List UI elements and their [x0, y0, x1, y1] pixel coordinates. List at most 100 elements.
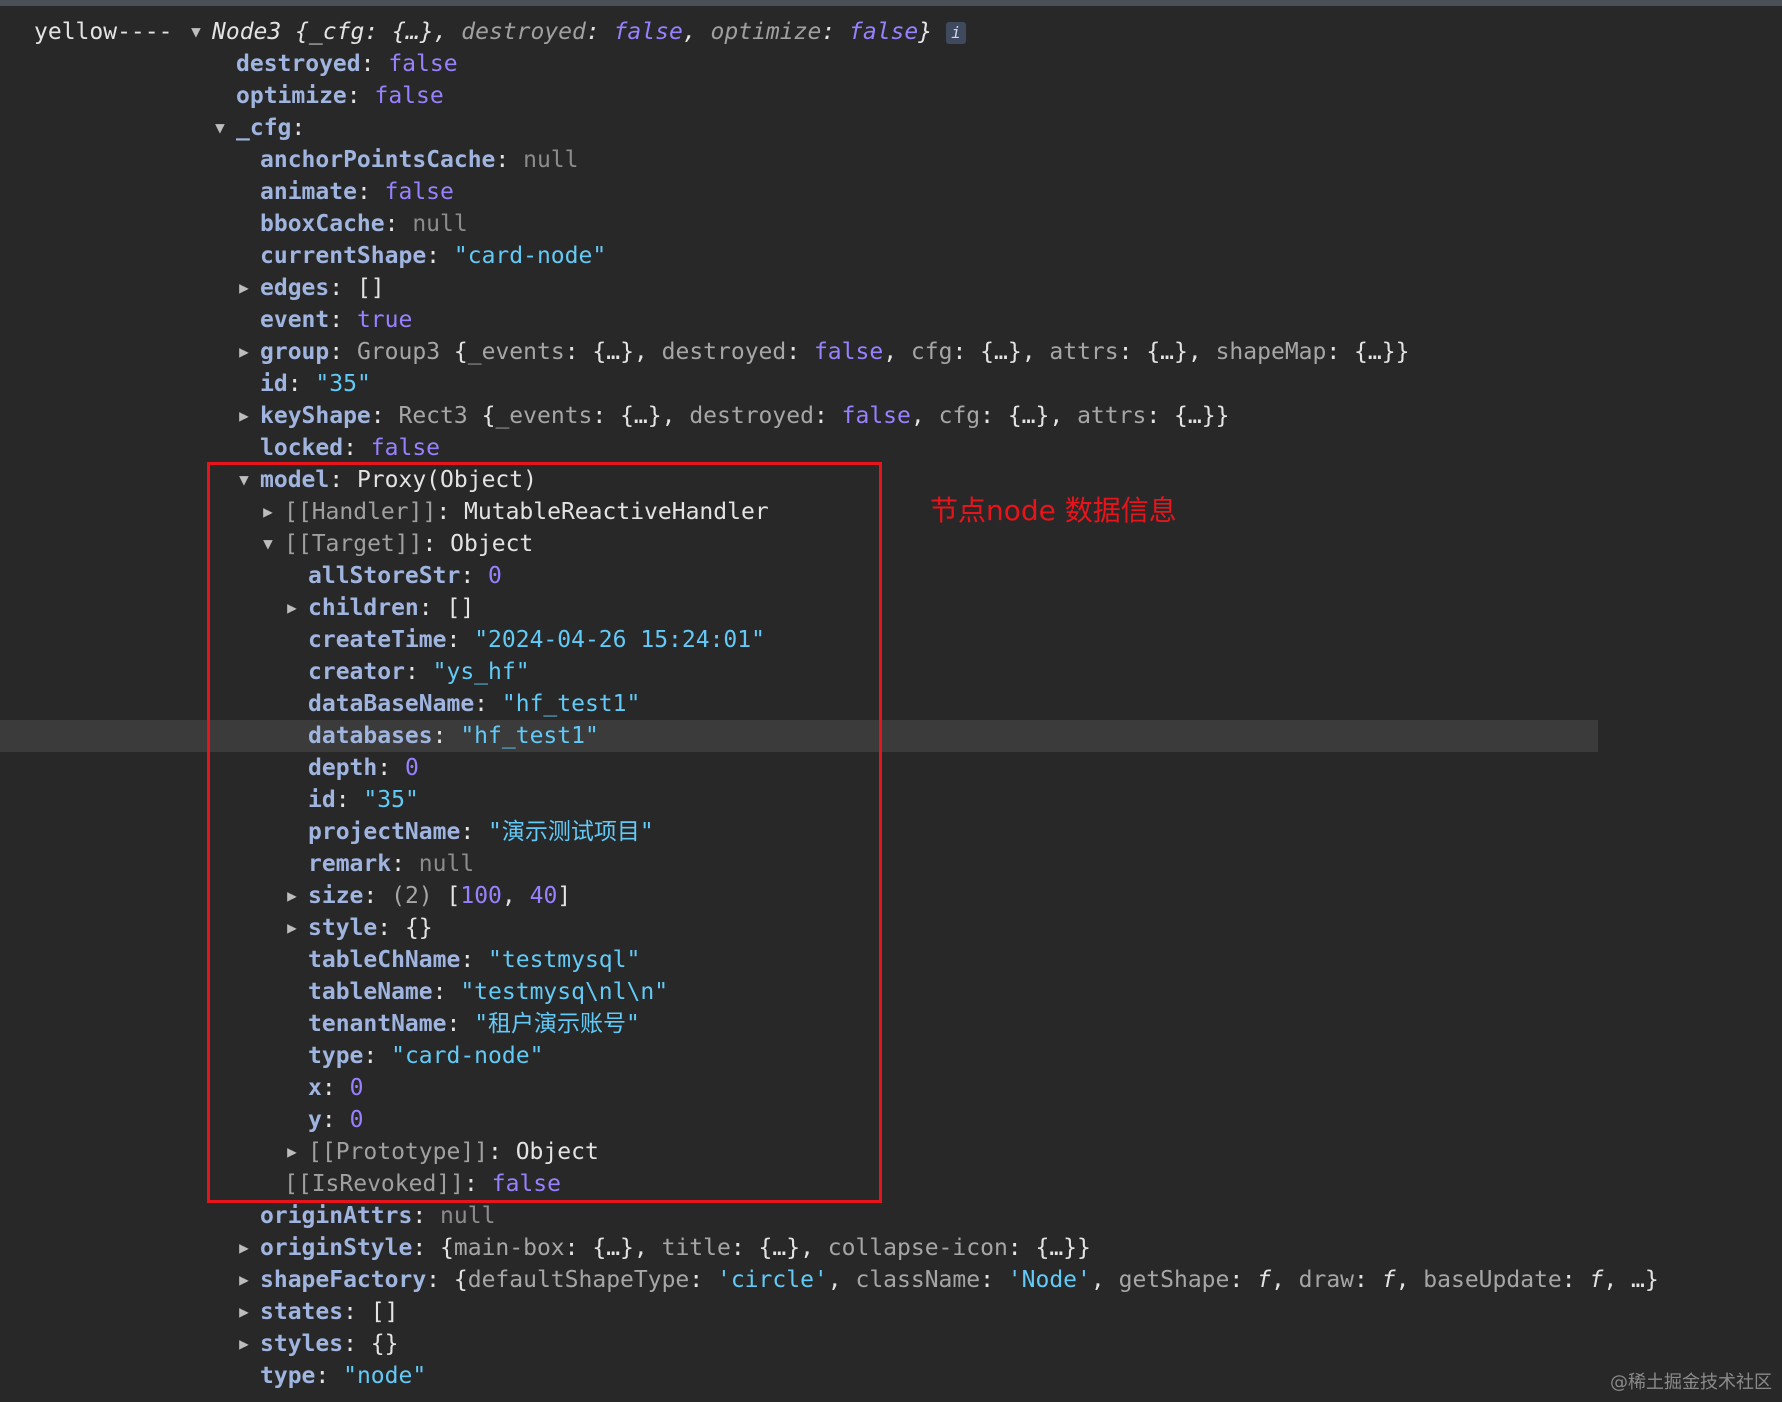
- token: group: [260, 339, 330, 365]
- token: 'Node': [1007, 1267, 1091, 1293]
- property-text: locked: false: [260, 432, 440, 464]
- triangle-right-icon[interactable]: ▶: [232, 272, 256, 304]
- property-text: anchorPointsCache: null: [260, 144, 579, 176]
- token: Group3: [356, 339, 454, 365]
- token: : {…}}: [1326, 339, 1410, 365]
- token: :: [1229, 1267, 1258, 1293]
- triangle-right-icon[interactable]: ▶: [232, 1296, 256, 1328]
- token: : []: [329, 275, 385, 301]
- property-text: id: "35": [260, 368, 371, 400]
- token: destroyed: [236, 51, 361, 77]
- token: :: [356, 179, 385, 205]
- token: false: [841, 403, 911, 429]
- token: :: [343, 435, 371, 461]
- token: {: [481, 403, 496, 429]
- token: _cfg: [236, 115, 292, 141]
- token: f: [1589, 1267, 1604, 1293]
- token: }: [918, 19, 933, 45]
- token: : {: [426, 1267, 468, 1293]
- token: getShape: [1118, 1267, 1230, 1293]
- token: :: [689, 1267, 717, 1293]
- token: null: [412, 211, 468, 237]
- property-text: type: "node": [260, 1360, 426, 1392]
- triangle-down-icon[interactable]: ▼: [184, 16, 208, 48]
- token: ,: [1270, 1267, 1299, 1293]
- token: destroyed: [689, 403, 814, 429]
- token: event: [260, 307, 330, 333]
- token: :: [346, 83, 375, 109]
- token: baseUpdate: [1423, 1267, 1562, 1293]
- console-log-row[interactable]: yellow---- ▼ Node3 {_cfg: {…}, destroyed:…: [0, 16, 966, 48]
- token: : {…},: [730, 1235, 828, 1261]
- property-text: animate: false: [260, 176, 454, 208]
- token: attrs: [1077, 403, 1147, 429]
- property-text: bboxCache: null: [260, 208, 468, 240]
- token: cfg: [938, 403, 981, 429]
- token: states: [260, 1299, 344, 1325]
- triangle-right-icon[interactable]: ▶: [232, 336, 256, 368]
- property-text: originStyle: {main-box: {…}, title: {…},…: [260, 1232, 1091, 1264]
- token: :: [384, 211, 413, 237]
- token: : {…}}: [1007, 1235, 1091, 1261]
- token: : []: [343, 1299, 399, 1325]
- property-text: edges: []: [260, 272, 385, 304]
- token: :: [786, 339, 814, 365]
- token: className: [855, 1267, 981, 1293]
- triangle-right-icon[interactable]: ▶: [232, 400, 256, 432]
- token: ,: [827, 1267, 856, 1293]
- property-text: keyShape: Rect3 {_events: {…}, destroyed…: [260, 400, 1229, 432]
- token: : {…},: [564, 1235, 662, 1261]
- token: :: [1354, 1267, 1382, 1293]
- triangle-right-icon[interactable]: ▶: [232, 1328, 256, 1360]
- token: keyShape: [260, 403, 371, 429]
- property-text: _cfg:: [236, 112, 305, 144]
- token: styles: [260, 1331, 344, 1357]
- token: currentShape: [260, 243, 427, 269]
- token: :: [980, 1267, 1008, 1293]
- token: destroyed: [461, 19, 586, 45]
- token: originStyle: [260, 1235, 413, 1261]
- token: :: [585, 19, 614, 45]
- token: ,: [1090, 1267, 1119, 1293]
- token: false: [849, 19, 919, 45]
- property-text: styles: {}: [260, 1328, 398, 1360]
- token: false: [374, 83, 444, 109]
- token: anchorPointsCache: [260, 147, 496, 173]
- property-text: shapeFactory: {defaultShapeType: 'circle…: [260, 1264, 1659, 1296]
- property-text: states: []: [260, 1296, 398, 1328]
- token: : {…},: [592, 403, 690, 429]
- property-text: Node3 {_cfg: {…}, destroyed: false, opti…: [212, 16, 966, 48]
- triangle-down-icon[interactable]: ▼: [208, 112, 232, 144]
- triangle-right-icon[interactable]: ▶: [232, 1264, 256, 1296]
- token: :: [821, 19, 850, 45]
- token: _events: [467, 339, 565, 365]
- token: , …}: [1603, 1267, 1659, 1293]
- token: optimize: [710, 19, 822, 45]
- token: shapeFactory: [260, 1267, 427, 1293]
- log-prefix: yellow----: [34, 19, 173, 45]
- token: :: [1561, 1267, 1590, 1293]
- property-text: destroyed: false: [236, 48, 458, 80]
- token: destroyed: [661, 339, 787, 365]
- token: :: [360, 51, 389, 77]
- token: null: [523, 147, 579, 173]
- token: ,: [1395, 1267, 1424, 1293]
- token: edges: [260, 275, 330, 301]
- token: id: [260, 371, 288, 397]
- property-text: event: true: [260, 304, 412, 336]
- token: defaultShapeType: [467, 1267, 690, 1293]
- token: locked: [260, 435, 344, 461]
- token: attrs: [1049, 339, 1119, 365]
- token: : {…},: [564, 339, 662, 365]
- token: : {…}}: [1146, 403, 1230, 429]
- token: :: [329, 339, 357, 365]
- info-icon[interactable]: i: [945, 21, 966, 44]
- property-text: originAttrs: null: [260, 1200, 495, 1232]
- watermark: @稀土掘金技术社区: [1610, 1372, 1772, 1393]
- token: main-box: [453, 1235, 565, 1261]
- token: :: [315, 1363, 344, 1389]
- token: "node": [343, 1363, 427, 1389]
- triangle-right-icon[interactable]: ▶: [232, 1232, 256, 1264]
- token: f: [1257, 1267, 1271, 1293]
- token: ,: [883, 339, 911, 365]
